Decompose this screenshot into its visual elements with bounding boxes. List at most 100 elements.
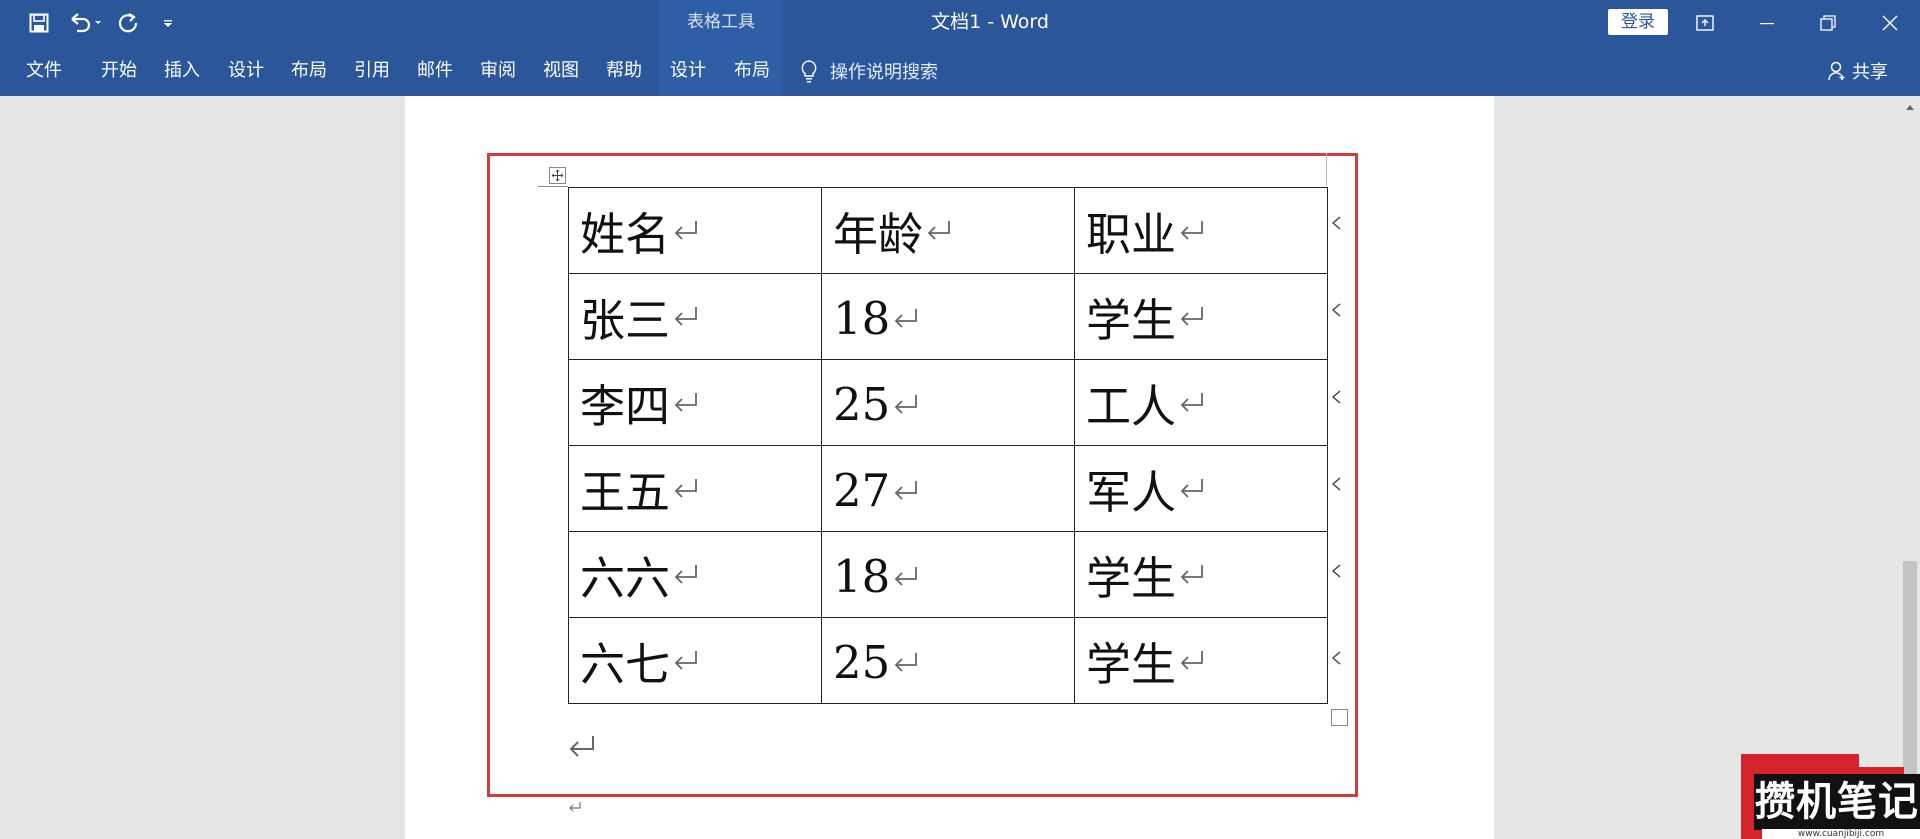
tab-review[interactable]: 审阅 [474,45,522,96]
table-cell[interactable]: 李四 [568,359,822,446]
paragraph-mark-icon [674,392,697,412]
customize-qat-button[interactable] [158,0,178,45]
table-cell[interactable]: 学生 [1074,617,1328,704]
watermark-url: www.cuanjibiji.com [1762,829,1920,839]
title-bar: 表格工具 文档1 - Word 登录 [0,0,1920,96]
paragraph-mark-icon [674,478,697,498]
restore-icon [1820,14,1836,31]
paragraph-mark-icon [894,308,918,328]
paragraph-mark-icon [894,652,918,672]
table-left-guide [538,186,568,187]
window-title: 文档1 - Word [931,11,1049,33]
row-end-mark [1331,564,1341,578]
paragraph-mark-icon [894,394,918,414]
table-row: 六六 18 学生 [568,531,1328,618]
table-cell-text: 王五 [580,466,671,519]
table-cell-text: 姓名 [580,208,671,261]
table-cell-text: 27 [833,464,891,517]
row-end-mark [1331,303,1341,317]
tell-me-search[interactable]: 操作说明搜索 [800,45,938,96]
document-table[interactable]: 姓名 年龄 职业 张三 18 学生 李四 25 工人 王五 27 军人 六六 18 学生 六七 25 学生 [568,187,1328,704]
table-cell[interactable]: 25 [821,617,1075,704]
close-button[interactable] [1860,0,1920,45]
table-resize-handle[interactable] [1331,709,1348,726]
paragraph-mark-icon [674,220,697,240]
table-cell[interactable]: 张三 [568,273,822,360]
table-cell[interactable]: 27 [821,445,1075,532]
paragraph-mark-icon [1180,650,1203,670]
table-cell[interactable]: 王五 [568,445,822,532]
table-cell[interactable]: 军人 [1074,445,1328,532]
table-cell-text: 25 [833,636,891,689]
table-row: 姓名 年龄 职业 [568,187,1328,274]
tab-table-layout[interactable]: 布局 [728,45,776,96]
paragraph-mark-icon [569,736,594,757]
table-cell[interactable]: 工人 [1074,359,1328,446]
table-cell-text: 18 [833,292,891,345]
minimize-button[interactable] [1737,0,1797,45]
tell-me-label: 操作说明搜索 [830,61,938,83]
table-cell-text: 年龄 [833,208,924,261]
table-move-handle[interactable] [549,167,566,184]
save-button[interactable] [24,0,54,45]
table-cell[interactable]: 学生 [1074,273,1328,360]
tab-insert[interactable]: 插入 [158,45,206,96]
table-cell[interactable]: 年龄 [821,187,1075,274]
redo-icon [118,12,138,32]
watermark-brand: 攒机笔记 [1754,774,1920,830]
undo-button[interactable] [64,0,108,45]
row-end-mark [1331,477,1341,491]
vertical-scrollbar[interactable] [1900,96,1920,839]
login-button[interactable]: 登录 [1608,9,1668,35]
paragraph-mark-icon [1180,220,1203,240]
restore-button[interactable] [1798,0,1858,45]
table-cell-text: 李四 [580,380,671,433]
tab-mailings[interactable]: 邮件 [411,45,459,96]
table-cell-text: 学生 [1086,552,1177,605]
paragraph-mark-icon [1180,564,1203,584]
minimize-icon [1760,22,1774,24]
save-icon [29,13,49,32]
table-cell[interactable]: 六六 [568,531,822,618]
paragraph-mark-icon [674,564,697,584]
table-cell-text: 学生 [1086,638,1177,691]
table-cell[interactable]: 25 [821,359,1075,446]
tab-references[interactable]: 引用 [348,45,396,96]
scroll-up-button[interactable] [1900,98,1920,116]
table-cell-text: 军人 [1086,466,1177,519]
paragraph-mark-icon [927,220,950,240]
share-button[interactable]: 共享 [1828,45,1888,96]
tab-file[interactable]: 文件 [20,45,68,96]
row-end-mark [1331,390,1341,404]
table-cell-text: 张三 [580,294,671,347]
table-cell[interactable]: 18 [821,273,1075,360]
tab-home[interactable]: 开始 [95,45,143,96]
close-icon [1882,15,1898,30]
ribbon-display-options-button[interactable] [1675,0,1735,45]
redo-button[interactable] [114,0,142,45]
table-cell[interactable]: 六七 [568,617,822,704]
tab-table-design[interactable]: 设计 [664,45,712,96]
tab-design[interactable]: 设计 [222,45,270,96]
paragraph-mark-icon [1180,306,1203,326]
table-cell-text: 工人 [1086,380,1177,433]
chevron-down-icon [164,19,172,27]
lightbulb-icon [801,59,817,82]
table-cell[interactable]: 职业 [1074,187,1328,274]
table-cell-text: 18 [833,550,891,603]
table-cell[interactable]: 姓名 [568,187,822,274]
undo-icon [71,12,101,32]
table-cell[interactable]: 18 [821,531,1075,618]
table-cell-text: 六七 [580,638,671,691]
tab-layout[interactable]: 布局 [285,45,333,96]
paragraph-mark-icon [1180,392,1203,412]
row-end-mark [1331,651,1341,665]
tab-view[interactable]: 视图 [537,45,585,96]
table-cell-text: 学生 [1086,294,1177,347]
table-cell[interactable]: 学生 [1074,531,1328,618]
person-icon [1828,61,1845,80]
paragraph-mark-icon [674,306,697,326]
chevron-up-icon [1906,105,1914,110]
ribbon-display-icon [1696,14,1714,31]
tab-help[interactable]: 帮助 [600,45,648,96]
